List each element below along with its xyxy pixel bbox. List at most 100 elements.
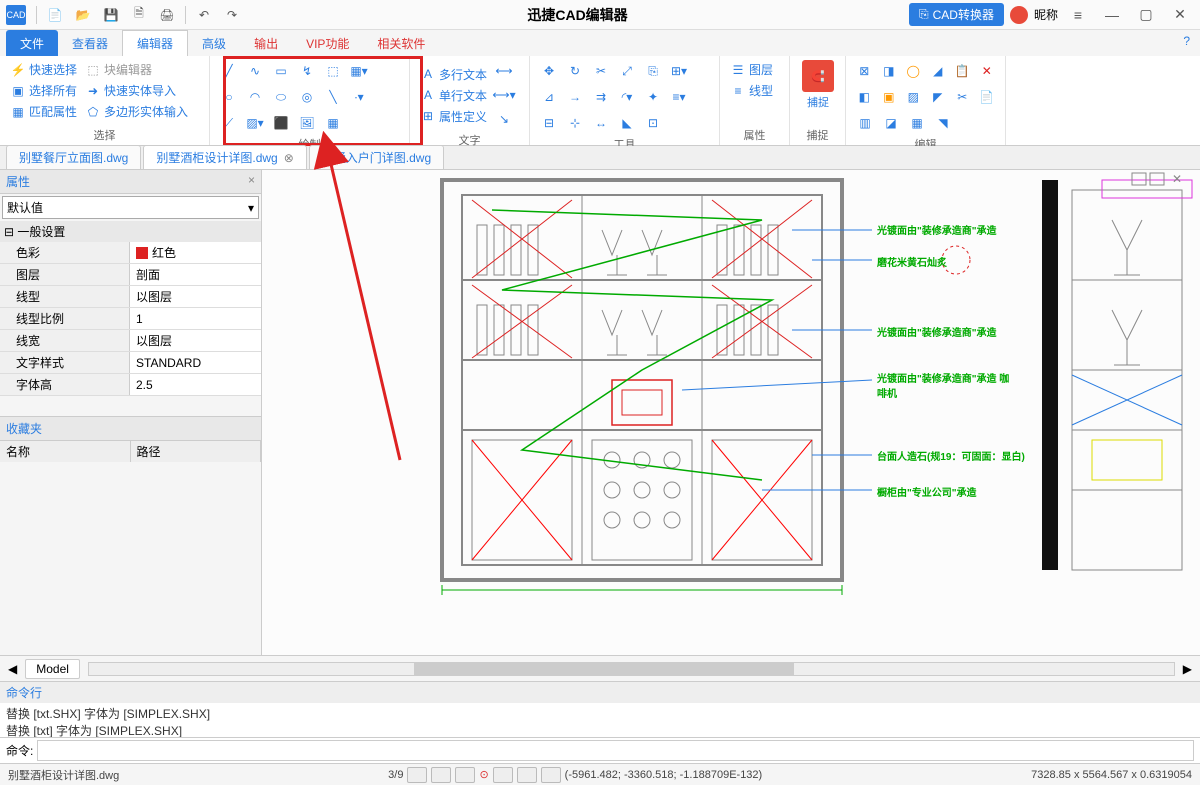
cad-converter-button[interactable]: ⎘CAD转换器 <box>909 3 1004 26</box>
extend-icon[interactable]: → <box>564 86 586 108</box>
tab-vip[interactable]: VIP功能 <box>292 30 363 56</box>
sb3[interactable] <box>455 767 475 783</box>
command-input[interactable] <box>37 740 1194 761</box>
magnet-icon[interactable]: ⊙ <box>479 768 488 781</box>
layer-button[interactable]: ☰图层 <box>728 60 781 79</box>
select-all-button[interactable]: ▣选择所有 <box>8 81 79 100</box>
scale-icon[interactable]: ⤢ <box>616 60 638 82</box>
region-icon[interactable]: ⬛ <box>270 112 292 134</box>
e12-icon[interactable]: 📄 <box>977 86 998 108</box>
default-dropdown[interactable]: 默认值▾ <box>2 196 259 219</box>
point-icon[interactable]: ∙▾ <box>348 86 370 108</box>
offset-icon[interactable]: ⇉ <box>590 86 612 108</box>
sb6[interactable] <box>541 767 561 783</box>
filetab-1[interactable]: 别墅餐厅立面图.dwg <box>6 145 141 169</box>
ellipse-icon[interactable]: ⬭ <box>270 86 292 108</box>
e15-icon[interactable]: ▦ <box>906 112 928 134</box>
circle-icon[interactable]: ○ <box>218 86 240 108</box>
sb5[interactable] <box>517 767 537 783</box>
snap-button[interactable]: 🧲 捕捉 <box>798 60 838 110</box>
move-icon[interactable]: ✥ <box>538 60 560 82</box>
dim2-icon[interactable]: ⟷▾ <box>493 84 515 106</box>
saveall-icon[interactable]: 🗎 <box>128 4 150 26</box>
arc-icon[interactable]: ◠ <box>244 86 266 108</box>
match-prop-button[interactable]: ▦匹配属性 <box>8 102 79 121</box>
e4-icon[interactable]: ◢ <box>928 60 949 82</box>
tab-output[interactable]: 输出 <box>240 30 292 56</box>
image-icon[interactable]: 🖼 <box>296 112 318 134</box>
help-icon[interactable]: ? <box>1183 34 1190 48</box>
e13-icon[interactable]: ▥ <box>854 112 876 134</box>
xline-icon[interactable]: ╲ <box>322 86 344 108</box>
undo-icon[interactable]: ↶ <box>193 4 215 26</box>
tab-editor[interactable]: 编辑器 <box>122 30 188 56</box>
break-icon[interactable]: ⊟ <box>538 112 560 134</box>
e9-icon[interactable]: ▨ <box>903 86 924 108</box>
rect-icon[interactable]: ▭ <box>270 60 292 82</box>
tab-file[interactable]: 文件 <box>6 30 58 56</box>
curve-icon[interactable]: ⟋ <box>218 112 240 134</box>
print-icon[interactable]: 🖨 <box>156 4 178 26</box>
tab-advanced[interactable]: 高级 <box>188 30 240 56</box>
modelspace-nav-left[interactable]: ◀ <box>8 662 17 676</box>
attdef-button[interactable]: ⊞属性定义 <box>418 107 489 126</box>
tab-viewer[interactable]: 查看器 <box>58 30 122 56</box>
model-tab[interactable]: Model <box>25 659 80 679</box>
table-icon[interactable]: ▦ <box>322 112 344 134</box>
block-edit-button[interactable]: ⬚块编辑器 <box>83 60 190 79</box>
explode-icon[interactable]: ✦ <box>642 86 664 108</box>
chamfer-icon[interactable]: ◣ <box>616 112 638 134</box>
redo-icon[interactable]: ↷ <box>221 4 243 26</box>
array-icon[interactable]: ⊞▾ <box>668 60 690 82</box>
panel-close-icon[interactable]: × <box>248 173 255 190</box>
linetype-button[interactable]: ≡线型 <box>728 81 781 100</box>
insert-icon[interactable]: ⬚ <box>322 60 344 82</box>
donut-icon[interactable]: ◎ <box>296 86 318 108</box>
e14-icon[interactable]: ◪ <box>880 112 902 134</box>
e6-icon[interactable]: ✕ <box>977 60 998 82</box>
menu-icon[interactable]: ≡ <box>1064 3 1092 27</box>
sb2[interactable] <box>431 767 451 783</box>
dim-icon[interactable]: ⟷ <box>493 60 515 82</box>
modelspace-nav-right[interactable]: ▶ <box>1183 662 1192 676</box>
e7-icon[interactable]: ◧ <box>854 86 875 108</box>
nickname-label[interactable]: 昵称 <box>1034 6 1058 23</box>
minimize-button[interactable]: — <box>1098 3 1126 27</box>
pattern-icon[interactable]: ▨▾ <box>244 112 266 134</box>
new-icon[interactable]: 📄 <box>44 4 66 26</box>
avatar-icon[interactable] <box>1010 6 1028 24</box>
tab-related[interactable]: 相关软件 <box>363 30 439 56</box>
group-icon[interactable]: ⊡ <box>642 112 664 134</box>
open-icon[interactable]: 📂 <box>72 4 94 26</box>
stretch-icon[interactable]: ↔ <box>590 112 612 134</box>
e11-icon[interactable]: ✂ <box>952 86 973 108</box>
close-button[interactable]: ✕ <box>1166 3 1194 27</box>
poly-solid-button[interactable]: ⬠多边形实体输入 <box>83 102 190 121</box>
e3-icon[interactable]: ◯ <box>903 60 924 82</box>
hatch-icon[interactable]: ▦▾ <box>348 60 370 82</box>
rotate-icon[interactable]: ↻ <box>564 60 586 82</box>
filetab-3[interactable]: 别墅入户门详图.dwg <box>309 145 444 169</box>
line-icon[interactable]: ╱ <box>218 60 240 82</box>
spline-icon[interactable]: ∿ <box>244 60 266 82</box>
e10-icon[interactable]: ◤ <box>928 86 949 108</box>
fillet-icon[interactable]: ◜▾ <box>616 86 638 108</box>
mirror-icon[interactable]: ⊿ <box>538 86 560 108</box>
sb1[interactable] <box>407 767 427 783</box>
stext-button[interactable]: A单行文本 <box>418 86 489 105</box>
prop-group[interactable]: ⊟ 一般设置 <box>0 221 261 242</box>
close-tab-icon[interactable]: ⊗ <box>284 151 294 165</box>
save-icon[interactable]: 💾 <box>100 4 122 26</box>
sb4[interactable] <box>493 767 513 783</box>
mtext-button[interactable]: A多行文本 <box>418 65 489 84</box>
solid-import-button[interactable]: ➜快速实体导入 <box>83 81 190 100</box>
filetab-2[interactable]: 别墅酒柜设计详图.dwg⊗ <box>143 145 306 169</box>
quick-select-button[interactable]: ⚡快速选择 <box>8 60 79 79</box>
e2-icon[interactable]: ◨ <box>879 60 900 82</box>
e5-icon[interactable]: 📋 <box>952 60 973 82</box>
e8-icon[interactable]: ▣ <box>879 86 900 108</box>
trim-icon[interactable]: ✂ <box>590 60 612 82</box>
drawing-canvas[interactable]: ✕ 光镀面由"装修承造商"承造 磨花米黄石灿炙 光镀面由"装修承造商"承造 光镀… <box>262 170 1200 655</box>
leader-icon[interactable]: ↘ <box>493 108 515 130</box>
hscroll[interactable] <box>88 662 1175 676</box>
